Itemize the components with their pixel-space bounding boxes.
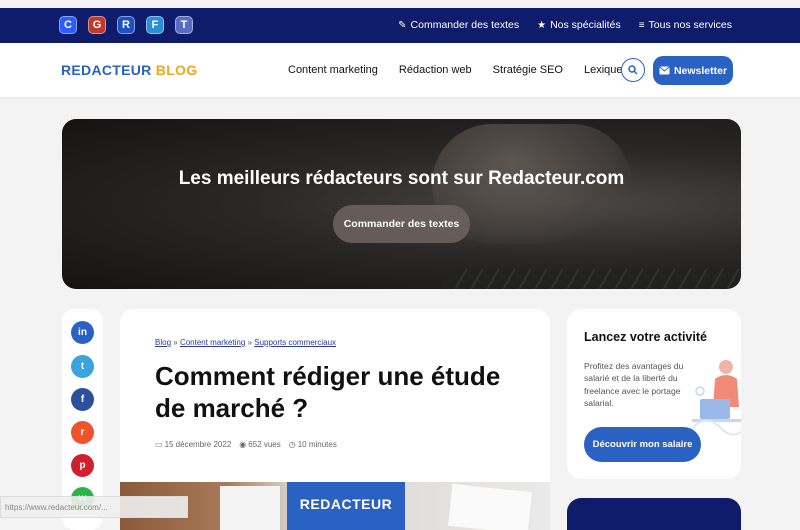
- promo-text: Profitez des avantages du salarié et de …: [584, 361, 684, 409]
- f-icon[interactable]: F: [146, 16, 164, 34]
- linkedin-icon[interactable]: in: [71, 321, 94, 344]
- site-logo[interactable]: REDACTEUR BLOG: [61, 62, 197, 78]
- breadcrumb-separator: »: [173, 338, 178, 347]
- breadcrumb-supports-commerciaux[interactable]: Supports commerciaux: [254, 338, 336, 347]
- search-icon: [628, 65, 638, 75]
- all-services-link[interactable]: ≡ Tous nos services: [639, 19, 732, 31]
- nav-item-content-marketing[interactable]: Content marketing: [288, 64, 378, 76]
- breadcrumb-blog[interactable]: Blog: [155, 338, 171, 347]
- nav-item-redaction-web[interactable]: Rédaction web: [399, 64, 472, 76]
- top-bar: C G R F T ✎ Commander des textes ★ Nos s…: [0, 8, 800, 43]
- promo-card: Lancez votre activité Profitez des avant…: [567, 309, 741, 479]
- hero-cta-button[interactable]: Commander des textes: [333, 205, 470, 243]
- calendar-icon: ▭: [155, 440, 163, 449]
- r-icon[interactable]: R: [117, 16, 135, 34]
- article-date-text: 15 décembre 2022: [164, 440, 232, 449]
- discover-salary-button[interactable]: Découvrir mon salaire: [584, 427, 701, 462]
- order-texts-label: Commander des textes: [410, 19, 520, 31]
- article-reading-time-text: 10 minutes: [297, 440, 337, 449]
- article-reading-time: ◷ 10 minutes: [289, 440, 337, 449]
- promo-title: Lancez votre activité: [584, 330, 707, 344]
- hero-banner: Les meilleurs rédacteurs sont sur Redact…: [62, 119, 741, 289]
- hero-title: Les meilleurs rédacteurs sont sur Redact…: [178, 168, 625, 189]
- pinterest-icon[interactable]: p: [71, 454, 94, 477]
- envelope-icon: [659, 66, 670, 75]
- twitter-icon[interactable]: t: [71, 355, 94, 378]
- article-title: Comment rédiger une étude de marché ?: [155, 361, 501, 423]
- main-nav: Content marketing Rédaction web Stratégi…: [288, 64, 623, 76]
- top-links: ✎ Commander des textes ★ Nos spécialités…: [398, 19, 732, 31]
- logo-text-primary: REDACTEUR: [61, 62, 152, 78]
- nav-item-strategie-seo[interactable]: Stratégie SEO: [493, 64, 563, 76]
- reddit-icon[interactable]: r: [71, 421, 94, 444]
- newsletter-label: Newsletter: [673, 64, 728, 77]
- article-date: ▭ 15 décembre 2022: [155, 440, 231, 449]
- t-icon[interactable]: T: [175, 16, 193, 34]
- breadcrumb-separator: »: [247, 338, 252, 347]
- specialties-label: Nos spécialités: [550, 19, 621, 31]
- all-services-label: Tous nos services: [648, 19, 732, 31]
- secondary-promo-card: [567, 498, 741, 530]
- nav-item-lexique[interactable]: Lexique: [584, 64, 623, 76]
- specialties-link[interactable]: ★ Nos spécialités: [537, 19, 621, 31]
- newsletter-button[interactable]: Newsletter: [653, 56, 733, 85]
- article-views: ◉ 652 vues: [239, 440, 280, 449]
- breadcrumb-content-marketing[interactable]: Content marketing: [180, 338, 245, 347]
- site-header: REDACTEUR BLOG Content marketing Rédacti…: [0, 43, 800, 98]
- browser-status-bar: https://www.redacteur.com/...: [0, 496, 188, 518]
- social-links: C G R F T: [59, 16, 193, 34]
- pencil-icon: ✎: [398, 19, 407, 31]
- search-button[interactable]: [621, 58, 645, 82]
- menu-icon: ≡: [638, 19, 645, 31]
- image-brand-block: REDACTEUR: [287, 482, 405, 530]
- c-icon[interactable]: C: [59, 16, 77, 34]
- order-texts-link[interactable]: ✎ Commander des textes: [398, 19, 519, 31]
- clock-icon: ◷: [288, 440, 296, 449]
- article-views-text: 652 vues: [248, 440, 281, 449]
- g-icon[interactable]: G: [88, 16, 106, 34]
- hero-background-keyboard: [432, 269, 741, 289]
- eye-icon: ◉: [239, 440, 247, 449]
- article-meta: ▭ 15 décembre 2022 ◉ 652 vues ◷ 10 minutes: [155, 440, 337, 449]
- facebook-icon[interactable]: f: [71, 388, 94, 411]
- breadcrumb: Blog » Content marketing » Supports comm…: [155, 338, 336, 347]
- image-paper-right: [448, 483, 532, 530]
- logo-text-secondary: BLOG: [155, 62, 198, 78]
- image-paper-left: [220, 486, 280, 530]
- star-icon: ★: [537, 19, 547, 31]
